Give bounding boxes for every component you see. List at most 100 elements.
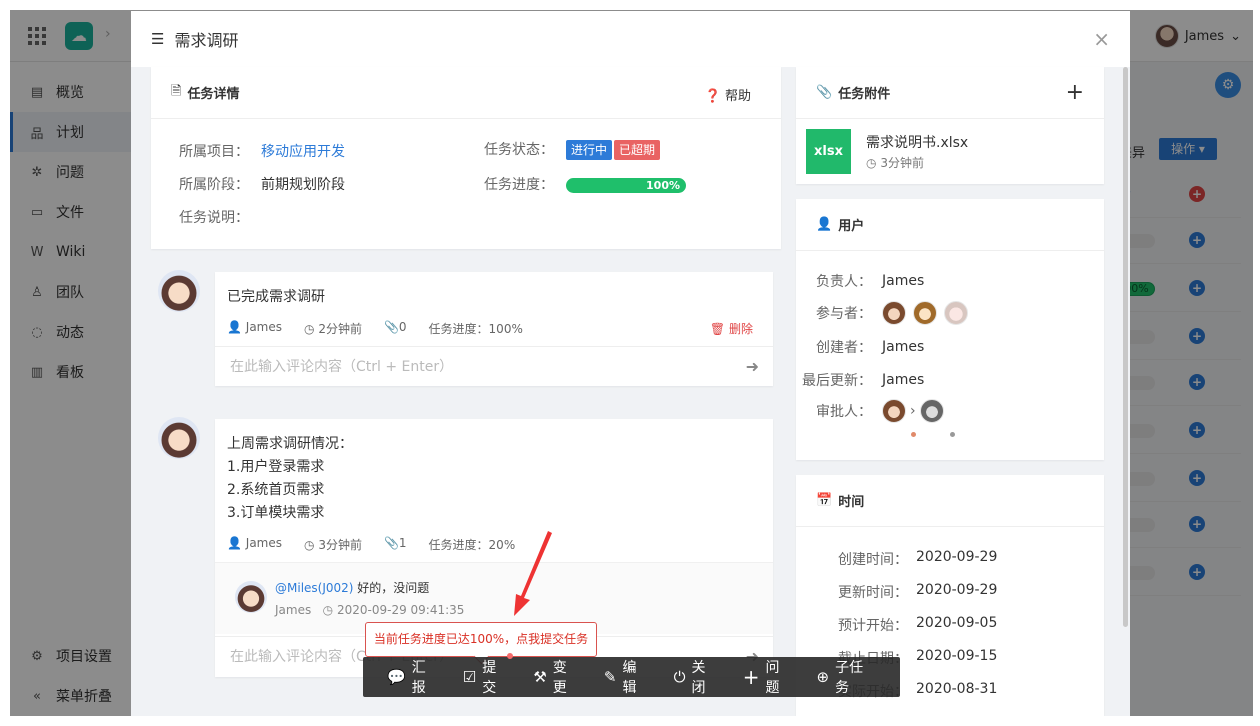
comment-line: 3.订单模块需求: [227, 505, 325, 521]
plus-circle-icon: ⊕: [816, 668, 830, 686]
card-title: 时间: [838, 495, 865, 510]
creator-field: 创建者： James: [796, 337, 924, 357]
toolbar-label: 问题: [765, 660, 780, 696]
delete-button[interactable]: 🗑 删除: [710, 320, 753, 337]
comment-author: James: [245, 320, 282, 334]
avatar[interactable]: [882, 301, 906, 325]
checkbox-icon: ☑: [462, 668, 477, 686]
mention-link[interactable]: @Miles(J002): [275, 581, 353, 595]
close-icon[interactable]: ×: [1093, 29, 1110, 49]
add-attachment-button[interactable]: +: [1066, 80, 1084, 105]
xlsx-file-icon: xlsx: [806, 129, 851, 174]
comment-meta: 👤 James ◷ 3分钟前 📎1 任务进度：20%: [227, 536, 515, 553]
help-button[interactable]: ❓ 帮助: [705, 85, 751, 104]
project-link[interactable]: 移动应用开发: [261, 144, 345, 160]
card-header: 📎 任务附件 +: [796, 67, 1104, 119]
card-header: 👤 用户: [796, 199, 1104, 251]
field-label: 任务状态：: [484, 142, 554, 158]
task-modal: ☰ 需求调研 × 🗎 任务详情 ❓ 帮助 所属项目： 移动应用开发 所属阶段： 前期…: [131, 11, 1130, 716]
attachment-count: 0: [398, 320, 407, 334]
desc-field: 任务说明：: [179, 207, 249, 227]
change-button[interactable]: ⚒ 变更: [533, 657, 580, 697]
comment-input[interactable]: 在此输入评论内容（Ctrl + Enter） ➜: [215, 346, 773, 386]
file-time-value: 3分钟前: [880, 156, 924, 170]
approval-step-dot: [911, 432, 916, 437]
users-card: 👤 用户 负责人： James 参与者： 创建者： James 最后更新： James…: [796, 199, 1104, 460]
comment-card: 已完成需求调研 👤 James ◷ 2分钟前 📎0 任务进度：100% 🗑 删除…: [215, 272, 773, 386]
field-value: 2020-08-31: [916, 681, 998, 697]
field-value: James: [882, 372, 925, 388]
field-value: 2020-09-05: [916, 615, 998, 631]
progress-bar: 100%: [566, 177, 686, 193]
input-placeholder: 在此输入评论内容（Ctrl + Enter）: [230, 359, 454, 375]
card-header: 📅 时间: [796, 475, 1104, 527]
trash-icon: 🗑: [709, 322, 726, 336]
edit-button[interactable]: ✎ 编辑: [604, 657, 650, 697]
field-label: 所属阶段：: [179, 177, 249, 193]
comment-text: 已完成需求调研: [227, 289, 325, 305]
comment-meta: 👤 James ◷ 2分钟前 📎0 任务进度：100%: [227, 320, 523, 337]
comment-time: 2分钟前: [318, 322, 362, 336]
field-value: 前期规划阶段: [261, 177, 345, 193]
field-label: 所属项目：: [179, 144, 249, 160]
paperclip-icon: 📎: [383, 536, 399, 550]
avatar: [235, 581, 267, 613]
attachment-item[interactable]: xlsx 需求说明书.xlsx ◷ 3分钟前: [796, 119, 1104, 184]
field-label: 任务说明：: [179, 210, 249, 226]
status-badge: 进行中: [566, 140, 613, 160]
scrollbar[interactable]: [1123, 67, 1128, 627]
report-button[interactable]: 💬 汇报: [387, 657, 439, 697]
reply-meta: James ◷ 2020-09-29 09:41:35: [275, 603, 464, 617]
comment-time: 3分钟前: [318, 538, 362, 552]
avatar[interactable]: [913, 301, 937, 325]
comment-text: 上周需求调研情况： 1.用户登录需求 2.系统首页需求 3.订单模块需求: [227, 433, 353, 525]
chevron-right-icon: ›: [910, 403, 916, 419]
time-row: 预计开始： 2020-09-05: [806, 615, 997, 635]
modal-title: 需求调研: [174, 31, 239, 50]
avatar[interactable]: [919, 399, 944, 423]
comment-line: 1.用户登录需求: [227, 459, 325, 475]
close-task-button[interactable]: ⏻ 关闭: [674, 657, 719, 697]
overdue-badge: 已超期: [614, 140, 661, 160]
card-header: 🗎 任务详情 ❓ 帮助: [151, 67, 781, 119]
document-icon: 🗎: [171, 83, 182, 99]
clock-icon: ◷: [304, 538, 315, 552]
card-title: 任务详情: [187, 87, 240, 102]
action-toolbar: 💬 汇报 ☑ 提交 ⚒ 变更 ✎ 编辑 ⏻ 关闭 + 问题 ⊕ 子任务: [363, 653, 900, 697]
user-icon: 👤: [227, 536, 242, 550]
chat-icon: 💬: [387, 668, 406, 686]
notification-dot: [507, 653, 514, 659]
avatar[interactable]: [944, 301, 968, 325]
task-detail-card: 🗎 任务详情 ❓ 帮助 所属项目： 移动应用开发 所属阶段： 前期规划阶段 任务说明…: [151, 67, 781, 249]
calendar-icon: 📅: [816, 493, 833, 508]
field-label: 更新时间：: [838, 585, 908, 601]
power-icon: ⏻: [673, 668, 686, 686]
submit-button[interactable]: ☑ 提交: [462, 653, 514, 697]
avatar[interactable]: [882, 399, 906, 423]
toolbar-label: 编辑: [622, 660, 637, 696]
attachments-card: 📎 任务附件 + xlsx 需求说明书.xlsx ◷ 3分钟前: [796, 67, 1104, 184]
avatar: [158, 417, 200, 459]
paperclip-icon: 📎: [816, 85, 833, 100]
field-label: 最后更新：: [802, 373, 872, 389]
user-icon: 👤: [816, 217, 833, 232]
field-label: 审批人：: [816, 404, 872, 420]
file-name[interactable]: 需求说明书.xlsx: [866, 132, 968, 152]
list-icon: ☰: [151, 30, 165, 48]
toolbar-label: 关闭: [691, 660, 706, 696]
stage-field: 所属阶段： 前期规划阶段: [179, 174, 345, 194]
comment-progress: 任务进度：20%: [428, 538, 516, 552]
clock-icon: ◷: [304, 322, 315, 336]
arrow-right-icon[interactable]: ➜: [746, 347, 759, 387]
add-issue-button[interactable]: + 问题: [743, 657, 793, 697]
participants-field: 参与者：: [796, 301, 975, 325]
plus-icon: +: [742, 665, 760, 689]
add-subtask-button[interactable]: ⊕ 子任务: [817, 657, 876, 697]
help-label: 帮助: [724, 89, 751, 104]
field-label: 预计开始：: [838, 618, 908, 634]
reply-content: 好的，没问题: [353, 581, 430, 595]
field-value: James: [882, 273, 925, 289]
time-row: 创建时间： 2020-09-29: [806, 549, 997, 569]
updater-field: 最后更新： James: [796, 370, 924, 390]
paperclip-icon: 📎: [383, 320, 399, 334]
